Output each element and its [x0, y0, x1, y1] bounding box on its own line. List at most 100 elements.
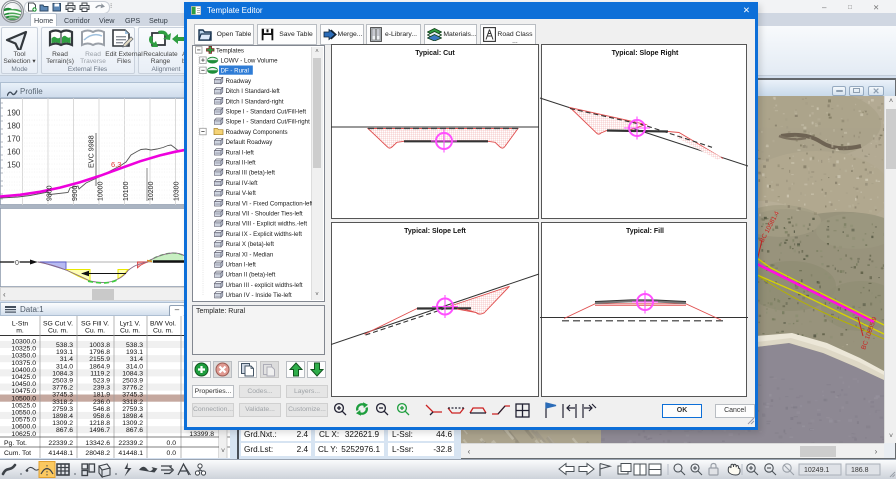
svg-text:150: 150 — [7, 161, 21, 170]
svg-text:1003.8: 1003.8 — [89, 342, 110, 349]
svg-text:Urban II (beta)-left: Urban II (beta)-left — [226, 272, 276, 279]
svg-text:LOWV - Low Volume: LOWV - Low Volume — [221, 58, 279, 65]
svg-text:Rural IV-left: Rural IV-left — [226, 180, 258, 187]
svg-text:10450.0: 10450.0 — [11, 381, 36, 388]
svg-text:31.4: 31.4 — [130, 356, 143, 363]
svg-text:Slope I - Standard Cut/Fill-le: Slope I - Standard Cut/Fill-left — [226, 109, 307, 116]
svg-text:Typical: Cut: Typical: Cut — [415, 50, 455, 57]
svg-text:0.0: 0.0 — [167, 440, 177, 447]
svg-text:193.1: 193.1 — [126, 349, 143, 356]
svg-text:Rural VII - Shoulder Ties-left: Rural VII - Shoulder Ties-left — [226, 211, 303, 218]
svg-text:10300: 10300 — [174, 181, 181, 201]
svg-text:Cu. m.: Cu. m. — [85, 328, 105, 335]
svg-text:10525.0: 10525.0 — [11, 402, 36, 409]
svg-text:Roadway: Roadway — [226, 78, 253, 85]
svg-text:3745.3: 3745.3 — [52, 392, 73, 399]
svg-text:Typical: Fill: Typical: Fill — [626, 228, 664, 235]
svg-text:10350.0: 10350.0 — [11, 353, 36, 360]
svg-text:Ditch I Standard-left: Ditch I Standard-left — [226, 88, 281, 95]
svg-text:1309.2: 1309.2 — [52, 420, 73, 427]
svg-text:Cu. m.: Cu. m. — [120, 328, 140, 335]
svg-text:6.3: 6.3 — [111, 160, 121, 169]
svg-text:2759.3: 2759.3 — [52, 406, 73, 413]
svg-text:1898.4: 1898.4 — [122, 413, 143, 420]
svg-text:41448.1: 41448.1 — [118, 450, 143, 457]
svg-text:9900: 9900 — [72, 185, 79, 201]
svg-text:Roadway Components: Roadway Components — [226, 129, 288, 136]
svg-text:Rural II-left: Rural II-left — [226, 160, 256, 167]
svg-text:Ditch I Standard-right: Ditch I Standard-right — [226, 98, 284, 105]
svg-text:3318.2: 3318.2 — [52, 399, 73, 406]
svg-text:10375.0: 10375.0 — [11, 360, 36, 367]
svg-text:958.6: 958.6 — [93, 413, 110, 420]
svg-text:Cu. m.: Cu. m. — [48, 328, 68, 335]
svg-text:3776.2: 3776.2 — [52, 385, 73, 392]
svg-text:DF - Rural: DF - Rural — [221, 68, 249, 75]
svg-text:Typical: Slope Left: Typical: Slope Left — [404, 228, 466, 235]
svg-text:1084.3: 1084.3 — [122, 370, 143, 377]
svg-text:Rural VIII - Explicit widths.-: Rural VIII - Explicit widths.-left — [226, 221, 308, 228]
svg-text:Cum. Tot: Cum. Tot — [4, 450, 31, 457]
svg-text:1119.2: 1119.2 — [90, 370, 110, 377]
svg-text:10325.0: 10325.0 — [11, 346, 36, 353]
svg-text:2759.3: 2759.3 — [122, 406, 143, 413]
svg-text:186.8: 186.8 — [851, 467, 869, 474]
svg-text:3776.2: 3776.2 — [122, 385, 143, 392]
svg-text:Typical: Slope Right: Typical: Slope Right — [612, 50, 679, 57]
svg-text:193.1: 193.1 — [56, 349, 73, 356]
svg-text:10575.0: 10575.0 — [11, 417, 36, 424]
svg-text:Lyr1 V.: Lyr1 V. — [120, 321, 141, 328]
svg-text:EVC 9988: EVC 9988 — [87, 135, 96, 168]
svg-text:Rural VI - Fixed Compaction-le: Rural VI - Fixed Compaction-left — [226, 200, 313, 207]
svg-text:Rural V-left: Rural V-left — [226, 190, 257, 197]
svg-text:1309.2: 1309.2 — [122, 420, 143, 427]
svg-text:10300.0: 10300.0 — [11, 339, 36, 346]
svg-text:314.0: 314.0 — [126, 363, 143, 370]
svg-text:Cu. m.: Cu. m. — [153, 328, 173, 335]
svg-text:867.6: 867.6 — [56, 427, 73, 434]
svg-text:523.9: 523.9 — [93, 378, 110, 385]
svg-text:1796.8: 1796.8 — [89, 349, 110, 356]
svg-text:Templates: Templates — [216, 47, 244, 54]
svg-text:41448.1: 41448.1 — [48, 450, 73, 457]
svg-text:SG Cut V.: SG Cut V. — [43, 321, 73, 328]
svg-text:160: 160 — [7, 148, 21, 157]
svg-text:867.6: 867.6 — [126, 427, 143, 434]
svg-text:546.8: 546.8 — [93, 406, 110, 413]
svg-text:1898.4: 1898.4 — [52, 413, 73, 420]
svg-text:L-Stn: L-Stn — [12, 321, 28, 328]
svg-text:3745.3: 3745.3 — [122, 392, 143, 399]
svg-text:10425.0: 10425.0 — [11, 374, 36, 381]
svg-text:10475.0: 10475.0 — [11, 388, 36, 395]
svg-text:22339.2: 22339.2 — [48, 440, 73, 447]
svg-text:10100: 10100 — [123, 181, 130, 201]
svg-text:10000: 10000 — [98, 181, 105, 201]
svg-text:Default Roadway: Default Roadway — [226, 139, 274, 146]
svg-text:170: 170 — [7, 135, 21, 144]
svg-text:Urban I-left: Urban I-left — [226, 262, 257, 269]
svg-text:1218.8: 1218.8 — [89, 420, 110, 427]
svg-text:538.3: 538.3 — [56, 342, 73, 349]
svg-text:1084.3: 1084.3 — [52, 370, 73, 377]
svg-text:B/W Vol.: B/W Vol. — [150, 321, 176, 328]
svg-text:Rural IX - Explicit widths-l: Rural IX - Explicit widths-left — [226, 231, 303, 238]
svg-text:13342.6: 13342.6 — [85, 440, 110, 447]
svg-text:0.0: 0.0 — [167, 450, 177, 457]
svg-text:9800: 9800 — [47, 185, 54, 201]
svg-text:314.0: 314.0 — [56, 363, 73, 370]
svg-text:10500.0: 10500.0 — [11, 395, 36, 402]
svg-text:1864.9: 1864.9 — [89, 363, 110, 370]
svg-text:190: 190 — [7, 109, 21, 118]
svg-text:10249.1: 10249.1 — [804, 467, 829, 474]
svg-text:236.0: 236.0 — [93, 399, 110, 406]
svg-text:538.3: 538.3 — [126, 342, 143, 349]
svg-text:Urban III - explicit widths-le: Urban III - explicit widths-left — [226, 282, 303, 289]
svg-text:Urban IV - Inside Tie-left: Urban IV - Inside Tie-left — [226, 292, 293, 299]
svg-text:10600.0: 10600.0 — [11, 424, 36, 431]
svg-text:10200: 10200 — [148, 181, 155, 201]
svg-text:Slope I - Standard Cut/Fill-ri: Slope I - Standard Cut/Fill-right — [226, 119, 311, 126]
svg-text:Pg. Tot.: Pg. Tot. — [4, 440, 27, 447]
svg-text:31.4: 31.4 — [60, 356, 73, 363]
svg-text:2503.9: 2503.9 — [52, 378, 73, 385]
svg-text:˅: ˅ — [221, 448, 225, 455]
